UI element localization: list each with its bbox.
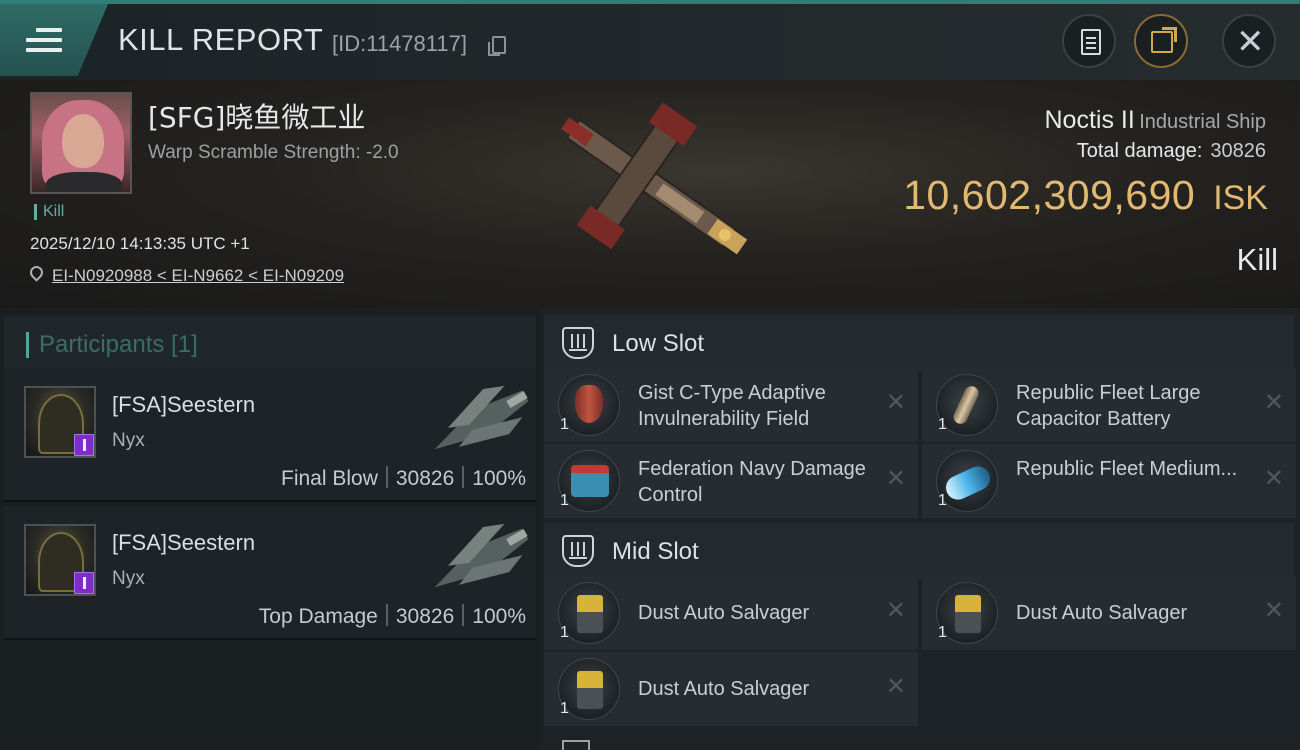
share-button[interactable] xyxy=(1134,14,1188,68)
mid-slot-icon xyxy=(562,535,594,567)
total-damage: Total damage: 30826 xyxy=(1077,140,1266,163)
kill-id: [ID:11478117] xyxy=(332,31,467,56)
module-name: Gist C-Type Adaptive Invulnerability Fie… xyxy=(638,382,826,430)
low-slot-icon xyxy=(562,327,594,359)
kill-type-tag: Kill xyxy=(34,204,64,220)
module-name: Dust Auto Salvager xyxy=(638,678,810,700)
fitting-panel: Low Slot 1 Gist C-Type Adaptive Invulner… xyxy=(540,308,1300,750)
module-item[interactable]: 1 Dust Auto Salvager ✕ xyxy=(544,652,918,726)
victim-ship-name[interactable]: Noctis II Industrial Ship xyxy=(1045,106,1267,135)
victim-avatar[interactable] xyxy=(30,92,132,194)
remove-icon[interactable]: ✕ xyxy=(886,596,906,624)
clipboard-icon xyxy=(1081,29,1101,55)
participants-panel: Participants [1] [FSA]Seestern Nyx Final… xyxy=(0,308,540,750)
remove-icon[interactable]: ✕ xyxy=(1264,464,1284,492)
report-button[interactable] xyxy=(1062,14,1116,68)
remove-icon[interactable]: ✕ xyxy=(1264,388,1284,416)
participant-stats: Top Damage 30826 100% xyxy=(259,604,526,629)
warp-scramble-strength: Warp Scramble Strength: -2.0 xyxy=(148,142,399,163)
module-name: Federation Navy Damage Control xyxy=(638,458,866,506)
module-item[interactable]: 1 Republic Fleet Large Capacitor Battery… xyxy=(922,368,1296,442)
participant-damage: 30826 xyxy=(395,467,455,490)
module-name: Dust Auto Salvager xyxy=(1016,602,1188,624)
participant-ship-image[interactable] xyxy=(419,374,537,470)
module-item[interactable]: 1 Dust Auto Salvager ✕ xyxy=(544,576,918,650)
module-name: Republic Fleet Medium... xyxy=(1016,458,1238,480)
remove-icon[interactable]: ✕ xyxy=(886,672,906,700)
low-slot-title: Low Slot xyxy=(612,330,705,357)
copy-icon[interactable] xyxy=(488,36,506,56)
location-pin-icon xyxy=(27,263,46,282)
rank-badge-icon xyxy=(74,434,94,456)
isk-unit: ISK xyxy=(1213,179,1268,217)
isk-value: 10,602,309,690 xyxy=(903,172,1196,218)
victim-panel: [SFG]晓鱼微工业 Warp Scramble Strength: -2.0 … xyxy=(0,80,1300,308)
total-damage-value: 30826 xyxy=(1210,140,1266,162)
total-damage-label: Total damage: xyxy=(1076,140,1203,162)
participant-role: Top Damage xyxy=(258,605,378,628)
header-bar: KILL REPORT [ID:11478117] ✕ xyxy=(0,0,1300,80)
module-quantity: 1 xyxy=(938,624,947,641)
low-slot-header: Low Slot xyxy=(544,314,1294,372)
module-quantity: 1 xyxy=(938,492,947,509)
kill-result: Kill xyxy=(1236,242,1278,277)
module-quantity: 1 xyxy=(560,492,569,509)
participant-percent: 100% xyxy=(472,605,526,628)
next-slot-icon xyxy=(562,740,590,750)
participant-name[interactable]: [FSA]Seestern xyxy=(112,392,255,418)
ship-name: Noctis II xyxy=(1044,106,1135,134)
page-title: KILL REPORT xyxy=(118,22,324,57)
module-item[interactable]: 1 Federation Navy Damage Control ✕ xyxy=(544,444,918,518)
location-link[interactable]: EI-N0920988 < EI-N9662 < EI-N09209 xyxy=(52,266,344,286)
header-accent-line xyxy=(0,0,1300,4)
participant-avatar[interactable] xyxy=(24,386,96,458)
participant-stats: Final Blow 30826 100% xyxy=(281,466,526,491)
kill-timestamp: 2025/12/10 14:13:35 UTC +1 xyxy=(30,234,250,253)
remove-icon[interactable]: ✕ xyxy=(886,464,906,492)
participant-name[interactable]: [FSA]Seestern xyxy=(112,530,255,556)
menu-button[interactable] xyxy=(0,4,108,76)
rank-badge-icon xyxy=(74,572,94,594)
module-item[interactable]: 1 Republic Fleet Medium... ✕ xyxy=(922,444,1296,518)
module-quantity: 1 xyxy=(560,416,569,433)
module-quantity: 1 xyxy=(938,416,947,433)
participant-role: Final Blow xyxy=(281,467,378,490)
participant-percent: 100% xyxy=(472,467,526,490)
module-quantity: 1 xyxy=(560,700,569,717)
share-icon xyxy=(1151,27,1177,53)
module-item[interactable]: 1 Gist C-Type Adaptive Invulnerability F… xyxy=(544,368,918,442)
participant-damage: 30826 xyxy=(395,605,455,628)
participant-ship: Nyx xyxy=(112,430,145,451)
remove-icon[interactable]: ✕ xyxy=(1264,596,1284,624)
module-name: Dust Auto Salvager xyxy=(638,602,810,624)
participant-avatar[interactable] xyxy=(24,524,96,596)
participant-row[interactable]: [FSA]Seestern Nyx Top Damage 30826 100% xyxy=(4,506,536,640)
hamburger-icon xyxy=(26,28,62,52)
module-quantity: 1 xyxy=(560,624,569,641)
victim-ship-image[interactable] xyxy=(525,90,775,280)
module-name: Republic Fleet Large Capacitor Battery xyxy=(1016,382,1201,430)
remove-icon[interactable]: ✕ xyxy=(886,388,906,416)
participant-ship: Nyx xyxy=(112,568,145,589)
participants-title: Participants [1] xyxy=(26,332,198,358)
close-icon: ✕ xyxy=(1236,22,1265,62)
mid-slot-title: Mid Slot xyxy=(612,538,699,565)
isk-value-line: 10,602,309,690 ISK xyxy=(903,172,1268,219)
participant-row[interactable]: [FSA]Seestern Nyx Final Blow 30826 100% xyxy=(4,368,536,502)
module-item[interactable]: 1 Dust Auto Salvager ✕ xyxy=(922,576,1296,650)
victim-name[interactable]: [SFG]晓鱼微工业 xyxy=(148,96,365,136)
close-button[interactable]: ✕ xyxy=(1222,14,1276,68)
mid-slot-header: Mid Slot xyxy=(544,522,1294,580)
ship-class: Industrial Ship xyxy=(1139,111,1266,133)
participant-ship-image[interactable] xyxy=(419,512,537,608)
participants-header: Participants [1] xyxy=(4,316,536,374)
